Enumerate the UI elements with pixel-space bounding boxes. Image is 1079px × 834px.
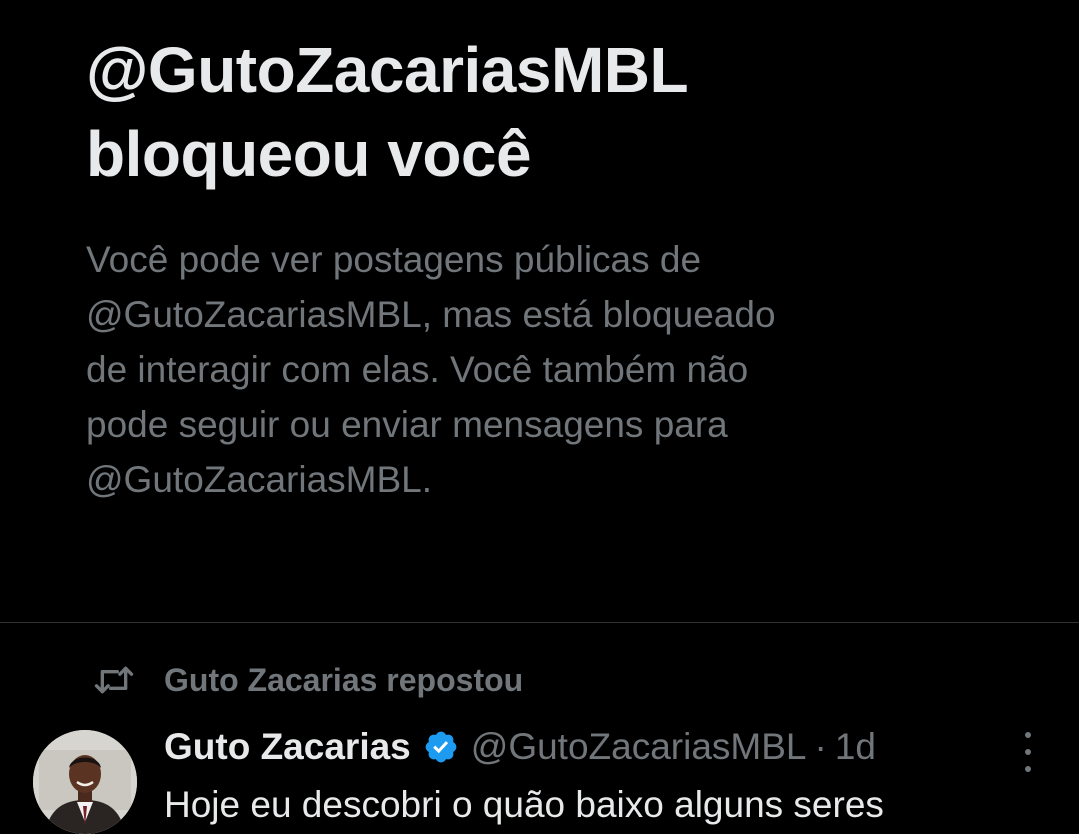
blocked-notice: @GutoZacariasMBL bloqueou você Você pode… xyxy=(86,28,986,507)
tweet-timestamp[interactable]: 1d xyxy=(835,726,876,768)
blocked-description-line: Você pode ver postagens públicas de xyxy=(86,239,702,280)
divider xyxy=(0,622,1079,623)
more-options-icon[interactable] xyxy=(1010,732,1046,772)
verified-badge-icon xyxy=(423,729,459,765)
blocked-description-line: de interagir com elas. Você também não xyxy=(86,349,749,390)
blocked-description-line: @GutoZacariasMBL, mas está bloqueado xyxy=(86,294,776,335)
blocked-title-line-1: @GutoZacariasMBL xyxy=(86,34,689,106)
blocked-description-line: @GutoZacariasMBL. xyxy=(86,459,433,500)
repost-icon xyxy=(92,658,136,702)
blocked-title: @GutoZacariasMBL bloqueou você xyxy=(86,28,986,196)
separator-dot: · xyxy=(814,726,827,767)
author-name[interactable]: Guto Zacarias xyxy=(164,726,411,768)
avatar[interactable] xyxy=(33,730,137,834)
blocked-description-line: pode seguir ou enviar mensagens para xyxy=(86,404,728,445)
blocked-title-line-2: bloqueou você xyxy=(86,118,532,190)
repost-label[interactable]: Guto Zacarias repostou xyxy=(164,662,523,699)
tweet-text: Hoje eu descobri o quão baixo alguns ser… xyxy=(164,784,884,825)
blocked-description: Você pode ver postagens públicas de @Gut… xyxy=(86,232,906,507)
repost-indicator: Guto Zacarias repostou xyxy=(92,658,523,702)
tweet-header: Guto Zacarias @GutoZacariasMBL · 1d xyxy=(164,726,876,768)
author-handle[interactable]: @GutoZacariasMBL xyxy=(471,726,807,768)
